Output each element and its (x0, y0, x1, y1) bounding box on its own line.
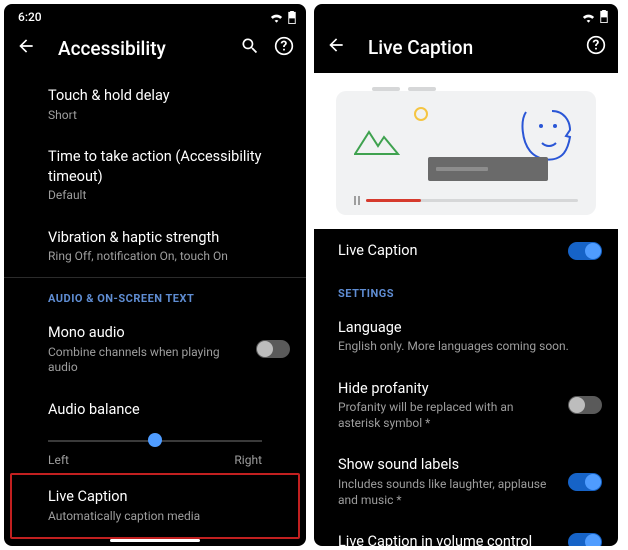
battery-icon (600, 10, 608, 23)
item-sub: English only. More languages coming soon… (338, 339, 600, 355)
item-title: Hide profanity (338, 379, 550, 399)
appbar: Live Caption (314, 25, 618, 73)
mono-audio-toggle[interactable] (256, 340, 290, 358)
player-bar-icon (354, 196, 578, 205)
settings-list: Touch & hold delay Short Time to take ac… (4, 74, 306, 546)
slider-left-label: Left (48, 453, 69, 467)
hide-profanity-toggle[interactable] (568, 396, 602, 414)
hero-illustration (314, 73, 618, 229)
item-sub: Includes sounds like laughter, applause … (338, 477, 550, 508)
search-icon[interactable] (240, 36, 260, 60)
page-title: Accessibility (58, 37, 226, 60)
status-icons (581, 10, 608, 23)
item-title: Mono audio (48, 323, 238, 343)
item-volume-control[interactable]: Live Caption in volume control (314, 520, 618, 546)
item-sub: Combine channels when playing audio (48, 345, 238, 376)
item-title: Show sound labels (338, 455, 550, 475)
caption-bar-icon (428, 157, 548, 181)
item-sub: Short (48, 108, 288, 124)
item-accessibility-timeout[interactable]: Time to take action (Accessibility timeo… (4, 135, 306, 216)
item-hide-profanity[interactable]: Hide profanity Profanity will be replace… (314, 367, 618, 444)
item-mono-audio[interactable]: Mono audio Combine channels when playing… (4, 311, 306, 388)
section-settings: SETTINGS (314, 273, 618, 306)
status-bar: 6:20 (4, 4, 306, 26)
item-vibration[interactable]: Vibration & haptic strength Ring Off, no… (4, 216, 306, 277)
item-sub: Default (48, 188, 288, 204)
item-title: Live Caption (338, 241, 550, 261)
item-title: Live Caption in volume control (338, 532, 550, 546)
status-bar (314, 4, 618, 25)
help-icon[interactable] (274, 36, 294, 60)
phone-accessibility: 6:20 Accessibility Touch & hold delay Sh… (4, 4, 306, 546)
page-title: Live Caption (368, 36, 572, 59)
gesture-handle[interactable] (110, 539, 200, 542)
status-time: 6:20 (18, 10, 42, 24)
highlight-live-caption: Live Caption Automatically caption media (10, 473, 300, 538)
item-live-caption[interactable]: Live Caption Automatically caption media (12, 475, 298, 536)
status-icons (269, 11, 296, 24)
item-title: Touch & hold delay (48, 86, 288, 106)
settings-list: Live Caption SETTINGS Language English o… (314, 229, 618, 546)
back-icon[interactable] (326, 35, 346, 59)
battery-icon (288, 11, 296, 24)
item-language[interactable]: Language English only. More languages co… (314, 306, 618, 367)
item-sub: Automatically caption media (48, 509, 280, 525)
wifi-icon (581, 11, 596, 23)
audio-balance-slider[interactable]: Left Right (4, 429, 306, 473)
slider-right-label: Right (234, 453, 262, 467)
back-icon[interactable] (16, 36, 36, 60)
volume-control-toggle[interactable] (568, 533, 602, 546)
mountains-icon (354, 125, 410, 155)
item-sub: Profanity will be replaced with an aster… (338, 400, 550, 431)
sun-icon (414, 107, 428, 121)
section-audio-text: AUDIO & ON-SCREEN TEXT (4, 278, 306, 311)
item-live-caption-master[interactable]: Live Caption (314, 229, 618, 273)
appbar: Accessibility (4, 26, 306, 74)
item-title: Vibration & haptic strength (48, 228, 288, 248)
phone-live-caption: Live Caption Live Caption SETTINGS L (314, 4, 618, 546)
item-audio-balance[interactable]: Audio balance (4, 388, 306, 424)
item-title: Live Caption (48, 487, 280, 507)
item-sound-labels[interactable]: Show sound labels Includes sounds like l… (314, 443, 618, 520)
item-title: Time to take action (Accessibility timeo… (48, 147, 288, 186)
pause-icon (354, 196, 360, 205)
wifi-icon (269, 11, 284, 23)
live-caption-toggle[interactable] (568, 242, 602, 260)
item-title: Audio balance (48, 400, 288, 420)
sound-labels-toggle[interactable] (568, 473, 602, 491)
help-icon[interactable] (586, 35, 606, 59)
slider-thumb[interactable] (148, 433, 162, 447)
item-touch-hold-delay[interactable]: Touch & hold delay Short (4, 74, 306, 135)
face-icon (520, 109, 572, 163)
item-sub: Ring Off, notification On, touch On (48, 249, 288, 265)
item-title: Language (338, 318, 600, 338)
